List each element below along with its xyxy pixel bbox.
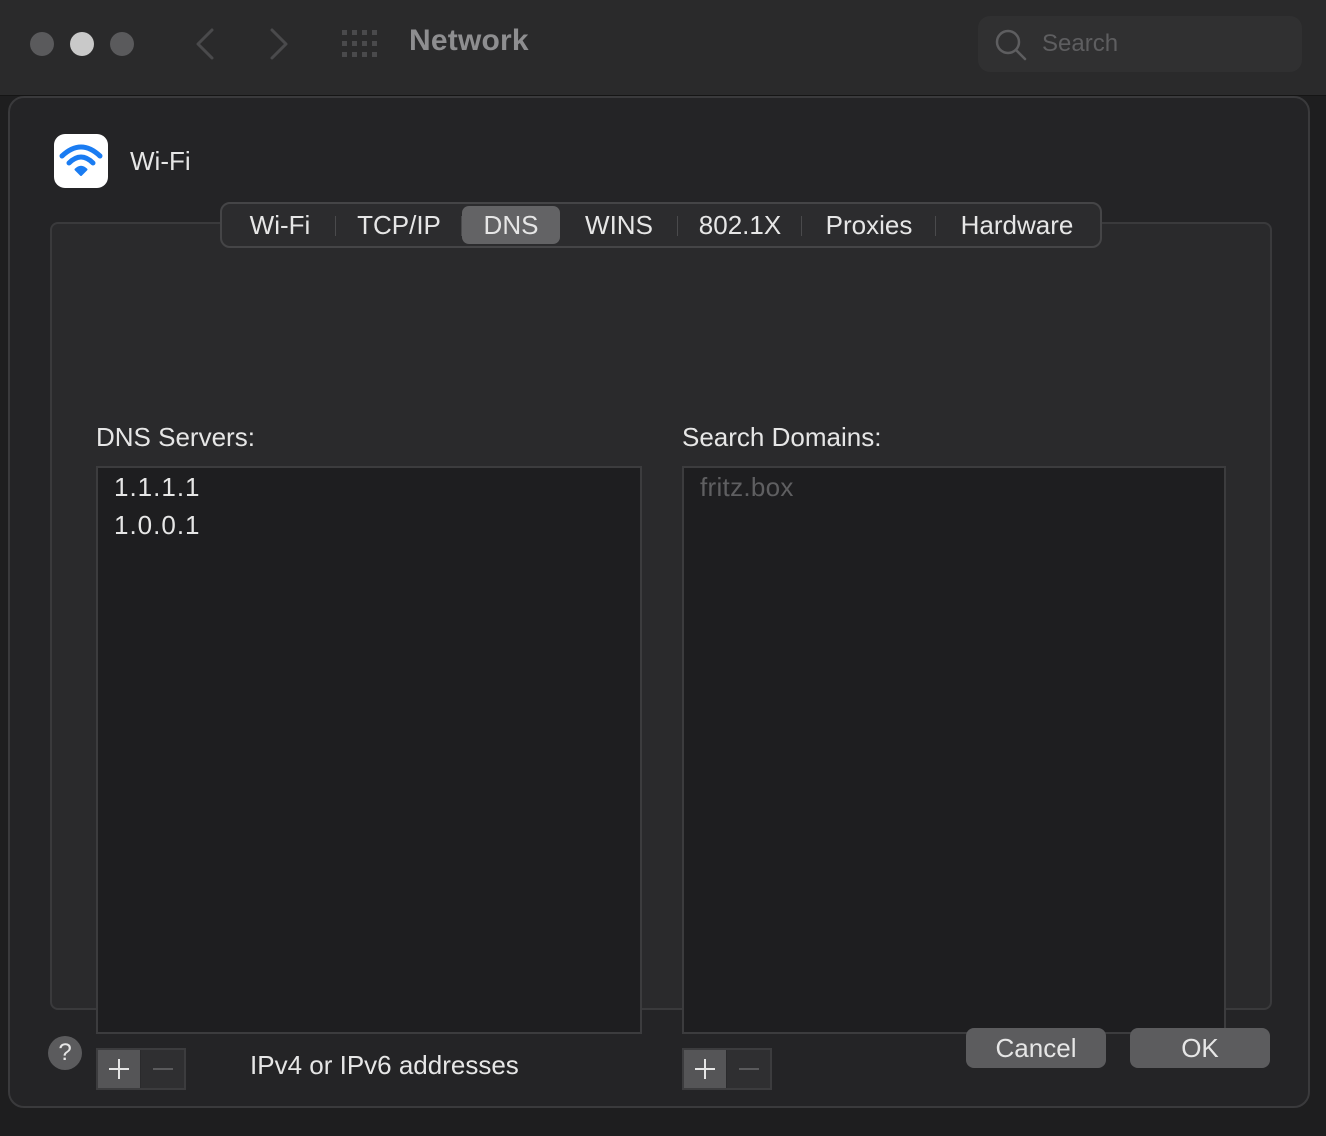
- search-field[interactable]: [978, 16, 1302, 72]
- list-item[interactable]: 1.0.0.1: [98, 506, 640, 544]
- cancel-button[interactable]: Cancel: [966, 1028, 1106, 1068]
- plus-icon: [109, 1059, 129, 1079]
- grid-icon: [342, 30, 377, 57]
- minus-icon: [152, 1068, 173, 1070]
- close-window-button[interactable]: [30, 32, 54, 56]
- show-all-button[interactable]: [340, 28, 380, 60]
- tab-dns[interactable]: DNS: [462, 206, 560, 244]
- dns-servers-list[interactable]: 1.1.1.1 1.0.0.1: [96, 466, 642, 1034]
- dns-add-remove-group: [96, 1048, 186, 1090]
- tab-hardware[interactable]: Hardware: [936, 206, 1098, 244]
- search-icon: [995, 29, 1027, 61]
- tab-8021x[interactable]: 802.1X: [678, 206, 802, 244]
- plus-icon: [695, 1059, 715, 1079]
- zoom-window-button[interactable]: [110, 32, 134, 56]
- remove-search-domain-button[interactable]: [727, 1050, 770, 1088]
- tab-tcp-ip[interactable]: TCP/IP: [336, 206, 462, 244]
- interface-name: Wi-Fi: [130, 146, 191, 176]
- window-title: Network: [409, 24, 529, 57]
- list-item[interactable]: 1.1.1.1: [98, 468, 640, 506]
- list-item[interactable]: fritz.box: [684, 468, 1224, 506]
- wifi-icon: [59, 144, 103, 176]
- remove-dns-server-button[interactable]: [141, 1050, 184, 1088]
- minus-icon: [738, 1068, 759, 1070]
- dns-hint: IPv4 or IPv6 addresses: [250, 1050, 519, 1080]
- advanced-settings-sheet: Wi-Fi DNS Servers: 1.1.1.1 1.0.0.1 IPv4 …: [8, 96, 1310, 1108]
- title-bar: Network: [0, 0, 1326, 96]
- search-domains-list[interactable]: fritz.box: [682, 466, 1226, 1034]
- help-button[interactable]: ?: [48, 1036, 82, 1070]
- dns-panel: DNS Servers: 1.1.1.1 1.0.0.1 IPv4 or IPv…: [50, 222, 1272, 1090]
- search-domains-label: Search Domains:: [682, 422, 882, 452]
- tab-proxies[interactable]: Proxies: [802, 206, 936, 244]
- forward-button[interactable]: [258, 24, 298, 64]
- back-button[interactable]: [186, 24, 226, 64]
- chevron-right-icon: [270, 28, 288, 60]
- ok-button[interactable]: OK: [1130, 1028, 1270, 1068]
- add-search-domain-button[interactable]: [684, 1050, 728, 1088]
- dns-servers-label: DNS Servers:: [96, 422, 255, 452]
- domains-add-remove-group: [682, 1048, 772, 1090]
- minimize-window-button[interactable]: [70, 32, 94, 56]
- chevron-left-icon: [196, 28, 214, 60]
- search-input[interactable]: [1040, 26, 1280, 62]
- add-dns-server-button[interactable]: [98, 1050, 142, 1088]
- interface-icon: [54, 134, 108, 188]
- tab-wins[interactable]: WINS: [560, 206, 678, 244]
- settings-tabs: Wi-Fi TCP/IP DNS WINS 802.1X Proxies Har…: [220, 202, 1102, 248]
- tab-wifi[interactable]: Wi-Fi: [224, 206, 336, 244]
